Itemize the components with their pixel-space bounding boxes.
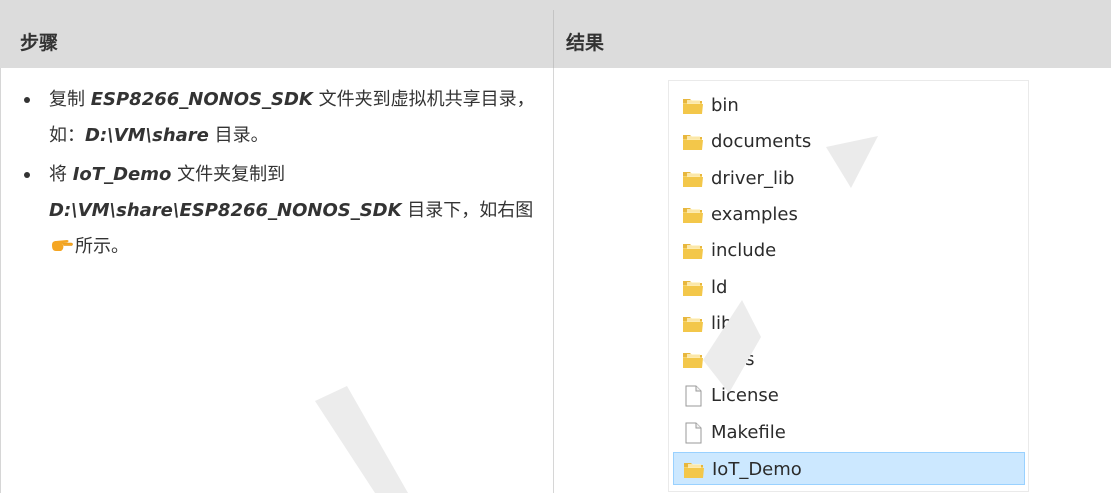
- explorer-item-bin[interactable]: bin: [673, 89, 1025, 122]
- table-left-border: [0, 68, 1, 493]
- folder-icon: [681, 349, 705, 371]
- explorer-item-ld[interactable]: ld: [673, 271, 1025, 304]
- step2-demo-folder: IoT_Demo: [72, 164, 172, 185]
- folder-icon: [682, 459, 706, 481]
- step2-target-path: D:\VM\share\ESP8266_NONOS_SDK: [49, 200, 402, 221]
- step2-text-a: 将: [49, 164, 73, 185]
- explorer-item-license[interactable]: License: [673, 379, 1025, 412]
- table-header: 步骤 结果: [0, 0, 1111, 68]
- file-icon: [681, 385, 705, 407]
- bullet-icon: [24, 97, 30, 103]
- steps-list: 复制 ESP8266_NONOS_SDK 文件夹到虚拟机共享目录，如：D:\VM…: [20, 82, 545, 268]
- step1-sdk-folder: ESP8266_NONOS_SDK: [90, 89, 313, 110]
- explorer-item-label: ld: [711, 276, 728, 298]
- explorer-item-label: include: [711, 240, 777, 262]
- step2-text-c: 目录下，如右图: [401, 200, 534, 221]
- header-divider: [553, 10, 554, 68]
- folder-icon: [681, 95, 705, 117]
- explorer-item-label: License: [711, 385, 779, 407]
- explorer-item-makefile[interactable]: Makefile: [673, 416, 1025, 449]
- explorer-item-include[interactable]: include: [673, 234, 1025, 267]
- step1-share-path: D:\VM\share: [85, 125, 209, 146]
- step1-text-c: 目录。: [208, 125, 269, 146]
- explorer-item-driver-lib[interactable]: driver_lib: [673, 162, 1025, 195]
- explorer-item-tools[interactable]: tools: [673, 343, 1025, 376]
- explorer-item-label: IoT_Demo: [712, 459, 802, 480]
- folder-icon: [681, 168, 705, 190]
- explorer-item-examples[interactable]: examples: [673, 198, 1025, 231]
- pointing-hand-icon: [51, 232, 73, 251]
- bullet-icon: [24, 172, 30, 178]
- explorer-item-label: Makefile: [711, 421, 786, 443]
- folder-icon: [681, 313, 705, 335]
- folder-icon: [681, 131, 705, 153]
- column-divider: [553, 68, 554, 493]
- steps-results-table: 步骤 结果 复制 ESP8266_NONOS_SDK 文件夹到虚拟机共享目录，如…: [0, 0, 1111, 493]
- step2-text-d: 所示。: [75, 236, 129, 257]
- explorer-item-label: lib: [711, 312, 733, 334]
- explorer-item-label: bin: [711, 95, 739, 116]
- step-item-copy-demo: 将 IoT_Demo 文件夹复制到 D:\VM\share\ESP8266_NO…: [20, 157, 545, 265]
- step1-text-a: 复制: [49, 89, 91, 110]
- explorer-item-label: tools: [711, 349, 755, 371]
- explorer-item-documents[interactable]: documents: [673, 125, 1025, 158]
- explorer-item-label: driver_lib: [711, 167, 795, 189]
- folder-icon: [681, 277, 705, 299]
- explorer-item-iot-demo[interactable]: IoT_Demo: [673, 452, 1025, 485]
- file-explorer-screenshot: bin documents driver_lib examples include ld l…: [668, 80, 1029, 492]
- steps-column-header: 步骤: [20, 32, 59, 54]
- step2-text-b: 文件夹复制到: [171, 164, 286, 185]
- folder-icon: [681, 240, 705, 262]
- explorer-item-label: documents: [711, 131, 812, 153]
- explorer-item-label: examples: [711, 203, 798, 225]
- explorer-item-lib[interactable]: lib: [673, 307, 1025, 340]
- step-item-copy-sdk: 复制 ESP8266_NONOS_SDK 文件夹到虚拟机共享目录，如：D:\VM…: [20, 82, 545, 154]
- folder-icon: [681, 204, 705, 226]
- result-column-header: 结果: [566, 32, 605, 54]
- file-icon: [681, 422, 705, 444]
